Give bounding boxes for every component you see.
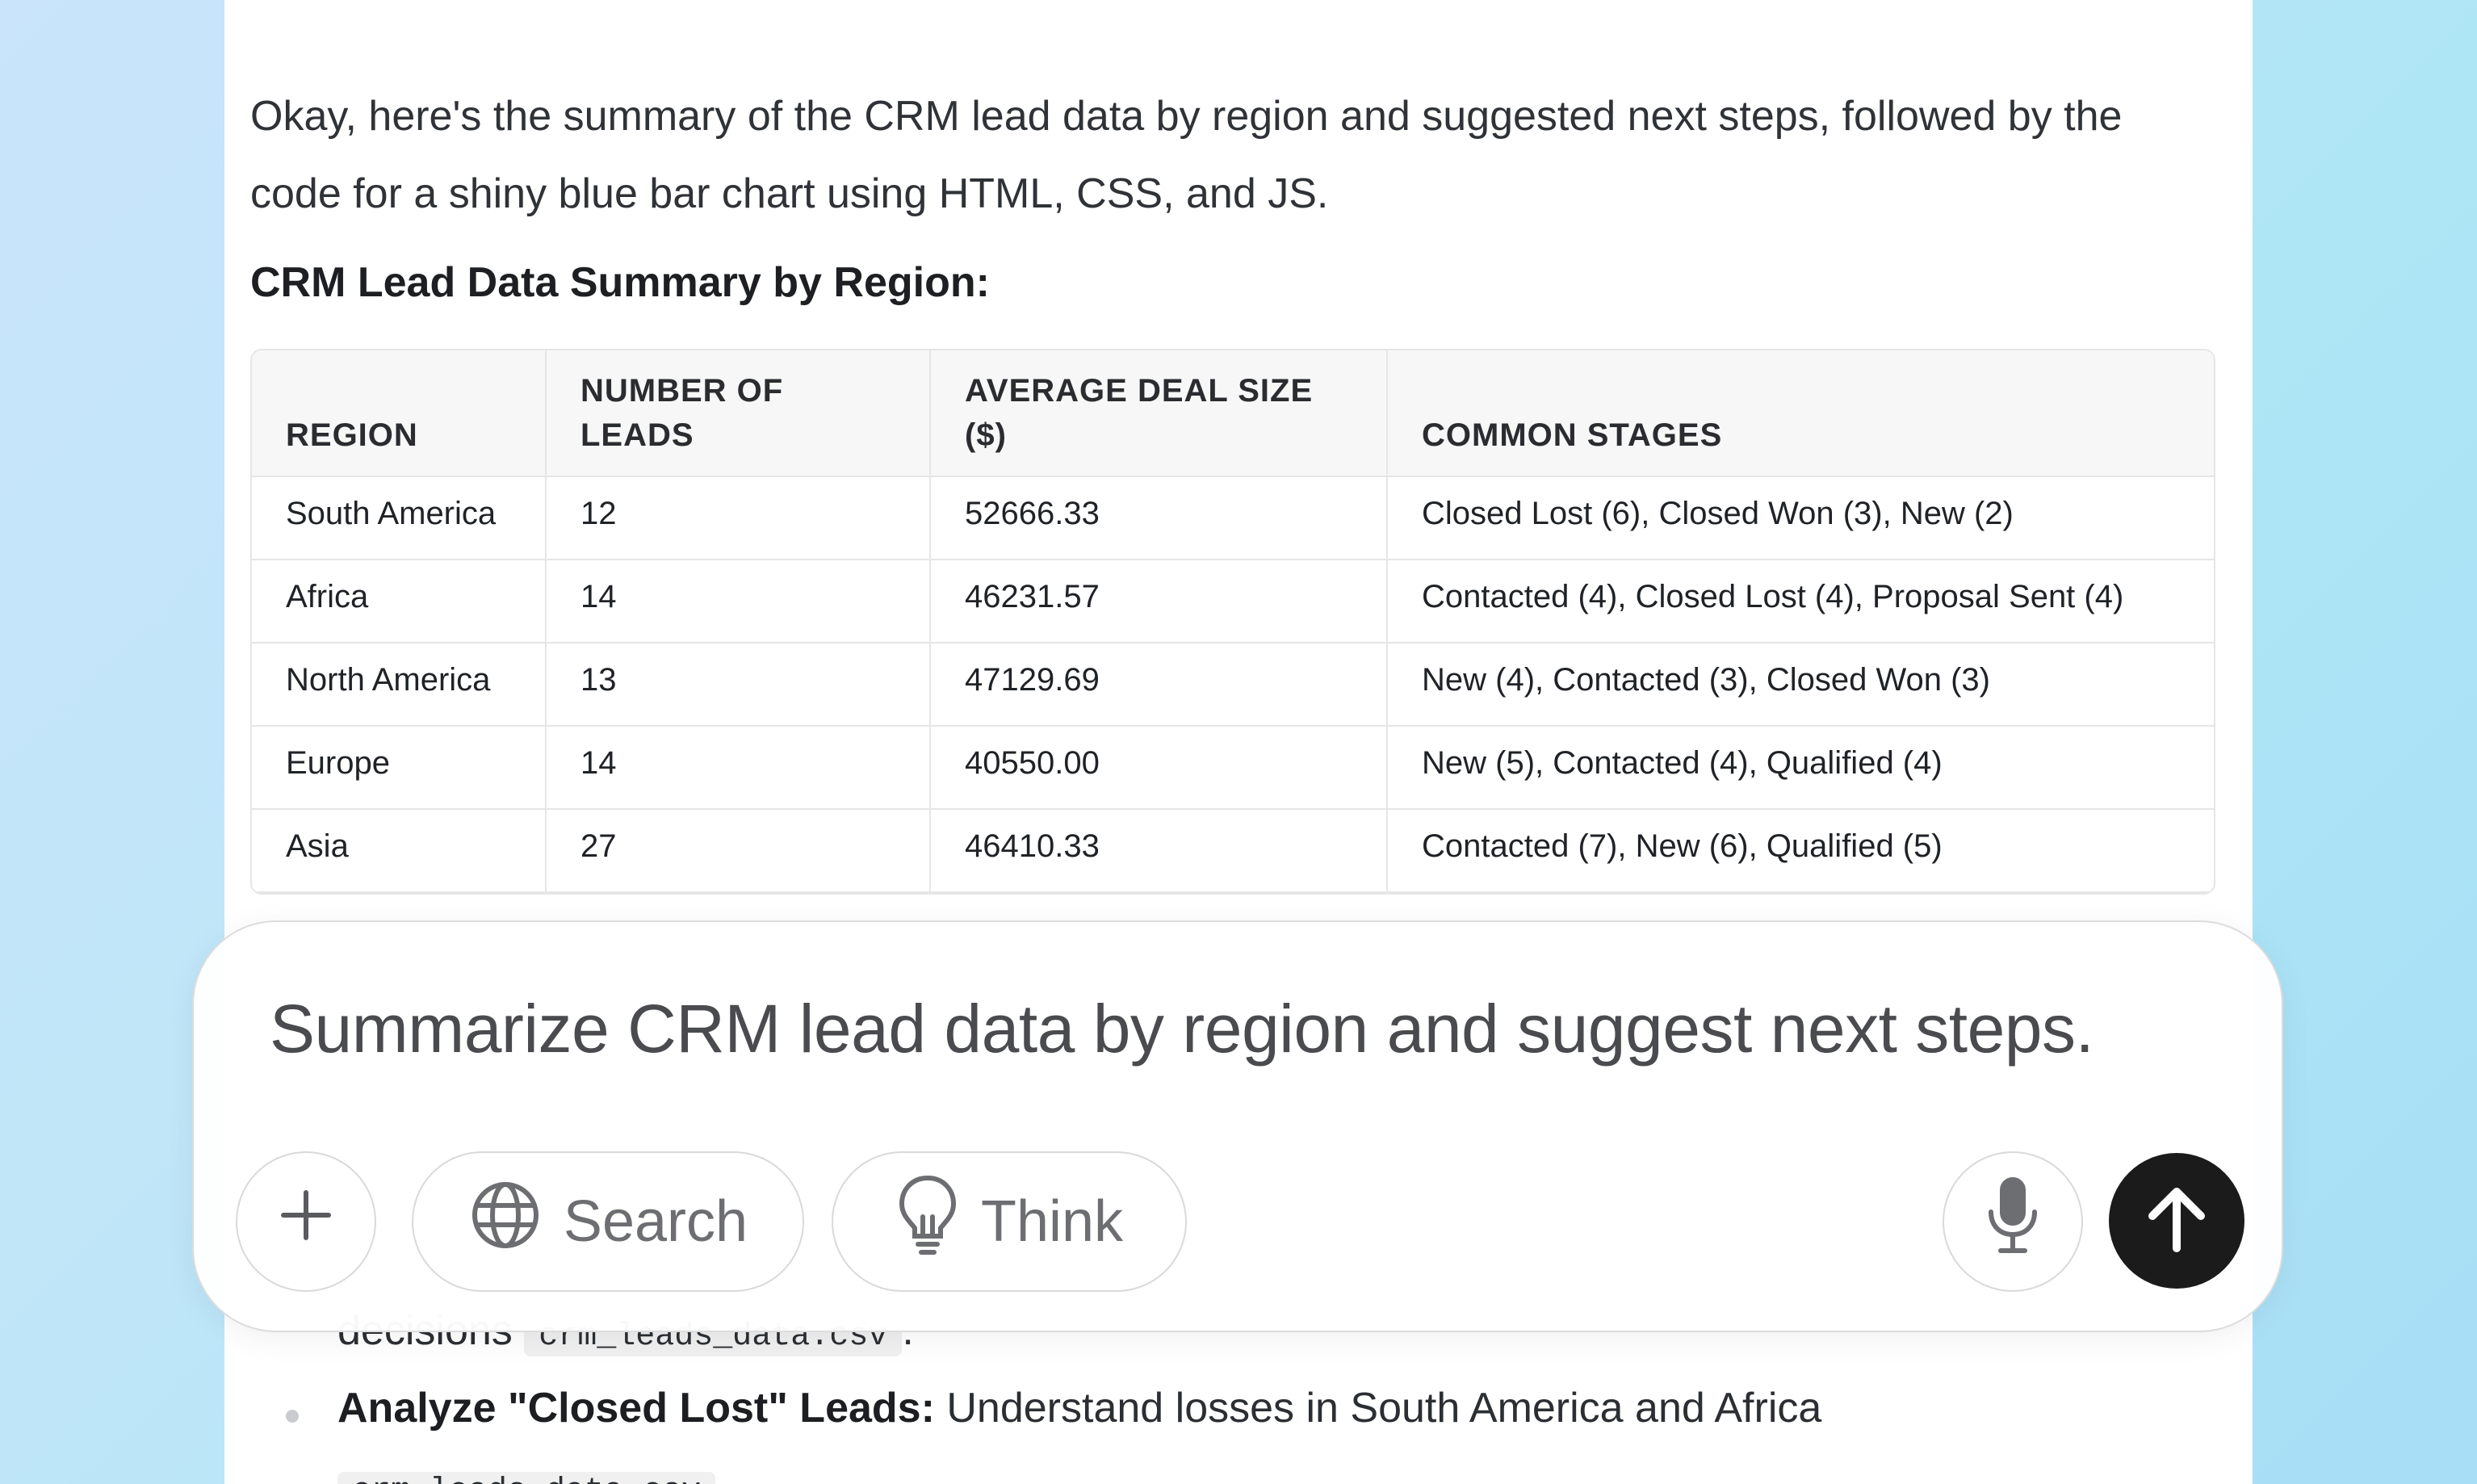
- cell-region: South America: [252, 476, 547, 560]
- table-row: Europe 14 40550.00 New (5), Contacted (4…: [252, 726, 2214, 810]
- cell-stages: Contacted (4), Closed Lost (4), Proposal…: [1387, 560, 2214, 643]
- cell-deal-size: 52666.33: [930, 476, 1388, 560]
- cell-stages: Contacted (7), New (6), Qualified (5): [1387, 809, 2214, 893]
- summary-heading: CRM Lead Data Summary by Region:: [250, 259, 990, 306]
- prompt-input[interactable]: Summarize CRM lead data by region and su…: [270, 990, 2094, 1068]
- table-row: North America 13 47129.69 New (4), Conta…: [252, 643, 2214, 727]
- table-row: South America 12 52666.33 Closed Lost (6…: [252, 476, 2214, 560]
- header-average-deal-size: AVERAGE DEAL SIZE ($): [930, 350, 1388, 477]
- cell-leads: 14: [546, 560, 931, 643]
- cell-leads: 13: [546, 643, 931, 727]
- header-common-stages: COMMON STAGES: [1387, 350, 2214, 477]
- cell-leads: 27: [546, 809, 931, 893]
- list-item-bold: Analyze "Closed Lost" Leads:: [337, 1385, 935, 1432]
- bullet-dot: [286, 1410, 299, 1423]
- cell-region: Africa: [252, 560, 547, 643]
- cell-region: Europe: [252, 726, 547, 810]
- cell-region: Asia: [252, 809, 547, 893]
- cell-stages: Closed Lost (6), Closed Won (3), New (2): [1387, 476, 2214, 560]
- add-attachment-button[interactable]: [236, 1151, 376, 1292]
- header-region: REGION: [252, 350, 547, 477]
- cell-deal-size: 46410.33: [930, 809, 1388, 893]
- cell-deal-size: 46231.57: [930, 560, 1388, 643]
- cell-stages: New (4), Contacted (3), Closed Won (3): [1387, 643, 2214, 727]
- cell-region: North America: [252, 643, 547, 727]
- search-label: Search: [563, 1189, 748, 1254]
- list-item-text: Understand losses in South America and A…: [934, 1385, 1822, 1432]
- table-header-row: REGION NUMBER OF LEADS AVERAGE DEAL SIZE…: [252, 350, 2214, 477]
- think-label: Think: [980, 1189, 1124, 1254]
- header-number-of-leads: NUMBER OF LEADS: [546, 350, 931, 477]
- send-button[interactable]: [2109, 1153, 2244, 1289]
- arrow-up-icon: [2138, 1180, 2215, 1262]
- think-button[interactable]: Think: [832, 1151, 1187, 1292]
- summary-table: REGION NUMBER OF LEADS AVERAGE DEAL SIZE…: [250, 349, 2215, 895]
- table-row: Africa 14 46231.57 Contacted (4), Closed…: [252, 560, 2214, 643]
- microphone-icon: [1985, 1175, 2041, 1269]
- cell-deal-size: 40550.00: [930, 726, 1388, 810]
- response-intro: Okay, here's the summary of the CRM lead…: [250, 93, 2123, 217]
- search-button[interactable]: Search: [412, 1151, 804, 1292]
- cell-leads: 12: [546, 476, 931, 560]
- globe-icon: [468, 1178, 543, 1266]
- list-item: crm_leads_data.csv: [337, 1461, 716, 1484]
- cell-stages: New (5), Contacted (4), Qualified (4): [1387, 726, 2214, 810]
- inline-code: crm_leads_data.csv: [337, 1472, 716, 1484]
- table-row: Asia 27 46410.33 Contacted (7), New (6),…: [252, 809, 2214, 893]
- prompt-composer[interactable]: Summarize CRM lead data by region and su…: [192, 920, 2283, 1332]
- cell-deal-size: 47129.69: [930, 643, 1388, 727]
- voice-input-button[interactable]: [1943, 1151, 2083, 1292]
- list-item: Analyze "Closed Lost" Leads: Understand …: [337, 1384, 1821, 1432]
- cell-leads: 14: [546, 726, 931, 810]
- plus-icon: [277, 1186, 335, 1258]
- lightbulb-icon: [895, 1173, 960, 1271]
